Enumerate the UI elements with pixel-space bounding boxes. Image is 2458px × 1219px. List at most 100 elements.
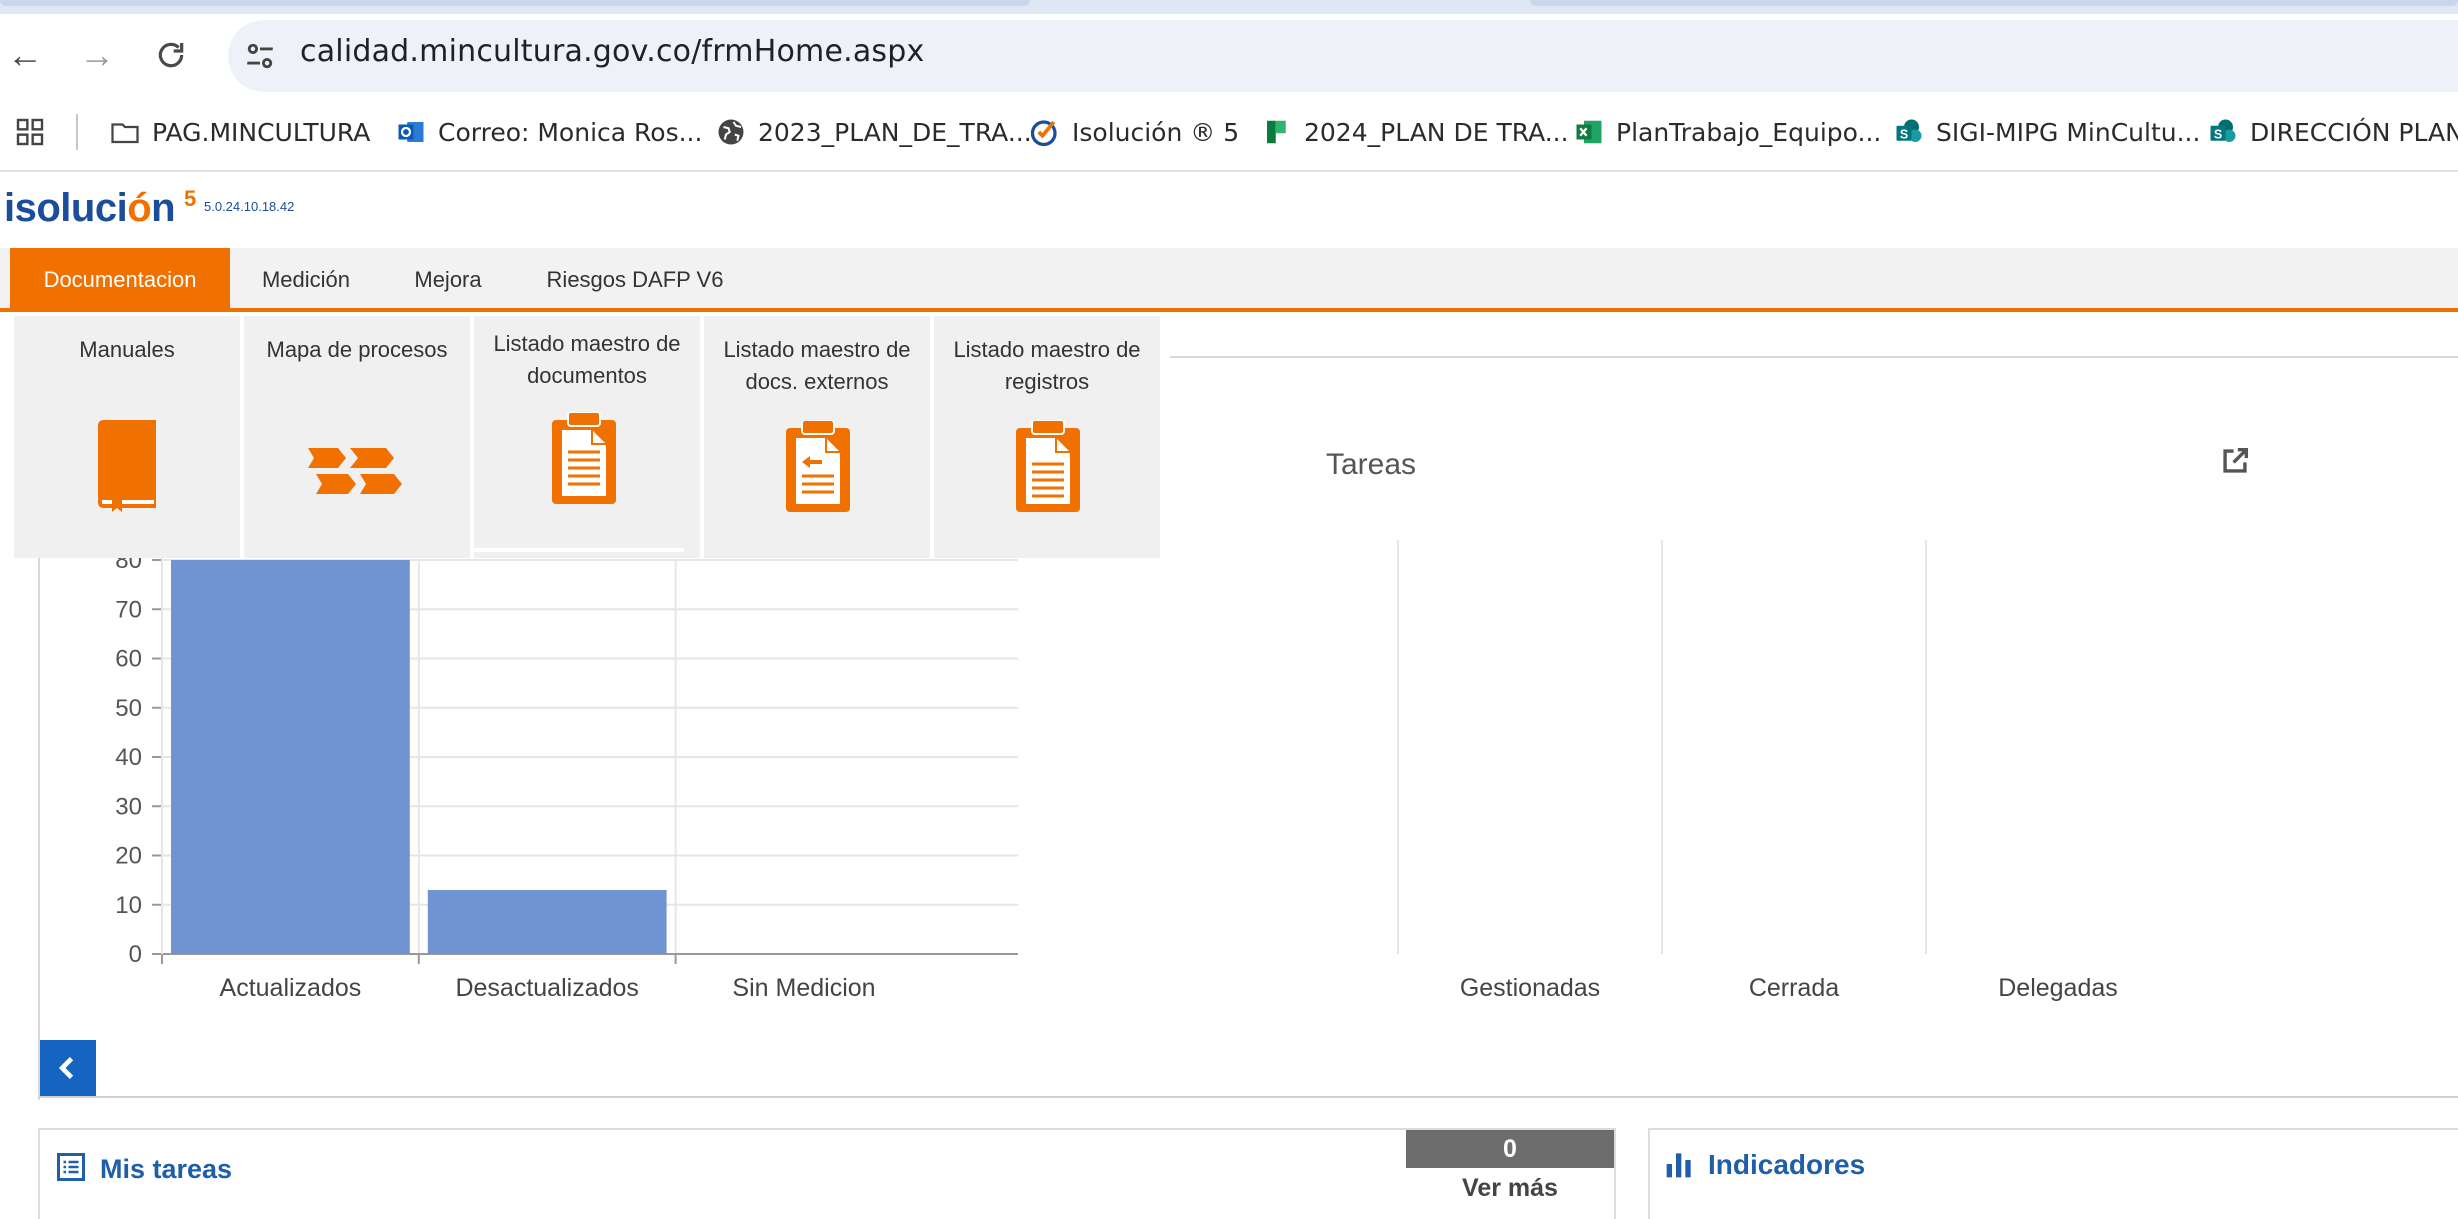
mis-tareas-title: Mis tareas (100, 1154, 233, 1184)
x-tick-label: Gestionadas (1460, 974, 1600, 1002)
logo-text: n (151, 186, 176, 230)
dropdown-item-label: Listado maestro de registros (953, 337, 1141, 394)
clipboard-document-icon (552, 412, 616, 504)
dropdown-item-label: Listado maestro de docs. externos (723, 337, 911, 394)
svg-text:S: S (1900, 127, 1908, 141)
y-tick-label: 40 (115, 744, 142, 771)
menu-riesgos-dafp[interactable]: Riesgos DAFP V6 (530, 248, 740, 312)
back-button[interactable]: ← (0, 30, 50, 80)
dropdown-item-manuales[interactable]: Manuales (14, 316, 240, 558)
menu-label: Riesgos DAFP V6 (546, 267, 724, 292)
tareas-chart: Gestionadas Cerrada Delegadas (1397, 540, 2118, 1002)
site-settings-icon[interactable] (240, 36, 280, 76)
menu-mejora[interactable]: Mejora (398, 248, 498, 312)
bookmark-sigi-mipg[interactable]: S SIGI-MIPG MinCultu... (1894, 112, 2200, 152)
y-tick-label: 60 (115, 646, 142, 673)
dropdown-item-label: Listado maestro de documentos (493, 331, 681, 388)
dropdown-item-mapa-procesos[interactable]: Mapa de procesos (244, 316, 470, 558)
dropdown-item-underline (474, 548, 684, 552)
bookmark-isolucion[interactable]: Isolución ® 5 (1030, 112, 1239, 152)
y-tick-label: 0 (129, 941, 142, 968)
bookmark-pag-mincultura[interactable]: PAG.MINCULTURA (110, 112, 370, 152)
planner-icon (1262, 117, 1292, 147)
y-tick-label: 50 (115, 695, 142, 722)
documentos-chart: 01020304050607080Actualizados Desactualiz… (115, 547, 1018, 1002)
y-tick-label: 30 (115, 793, 142, 820)
bookmark-label: 2023_PLAN_DE_TRA... (758, 117, 1032, 147)
menu-medicion[interactable]: Medición (244, 248, 368, 312)
isolucion-logo[interactable]: isolución (4, 186, 176, 231)
bar (427, 889, 667, 954)
x-tick-label: Desactualizados (455, 974, 638, 1002)
app-version: 5.0.24.10.18.42 (204, 199, 295, 214)
dropdown-item-label: Manuales (79, 337, 175, 362)
isolucion-icon (1030, 117, 1060, 147)
x-tick-label: Sin Medicion (732, 974, 875, 1002)
dropdown-item-listado-externos[interactable]: Listado maestro de docs. externos (704, 316, 930, 558)
clipboard-records-icon (1016, 420, 1080, 512)
y-tick-label: 70 (115, 596, 142, 623)
mis-tareas-panel (38, 1128, 1616, 1219)
svg-text:S: S (2214, 127, 2222, 141)
url-text: calidad.mincultura.gov.co/frmHome.aspx (300, 34, 925, 69)
dropdown-item-listado-documentos[interactable]: Listado maestro de documentos (474, 316, 700, 558)
browser-tab[interactable] (0, 0, 1030, 6)
globe-icon (716, 117, 746, 147)
bookmark-label: DIRECCIÓN PLANE (2250, 117, 2458, 147)
bookmark-label: Correo: Monica Ros... (438, 117, 703, 147)
menu-documentacion[interactable]: Documentacion (10, 248, 230, 312)
reload-icon (158, 42, 184, 68)
menu-label: Medición (261, 267, 351, 292)
apps-grid-icon[interactable] (14, 116, 46, 148)
logo-text: isoluci (4, 186, 128, 230)
chart-panel-bottom-rule (38, 1096, 2458, 1098)
indicadores-title: Indicadores (1708, 1149, 1866, 1180)
bookmark-label: PlanTrabajo_Equipo... (1616, 117, 1882, 147)
bar (170, 560, 410, 954)
bookmark-label: 2024_PLAN DE TRA... (1304, 117, 1569, 147)
menu-label: Mejora (414, 267, 482, 292)
browser-tab[interactable] (1530, 0, 2458, 6)
excel-icon (1574, 117, 1604, 147)
bookmark-plantrabajo[interactable]: PlanTrabajo_Equipo... (1574, 112, 1881, 152)
bookmark-2023-plan[interactable]: 2023_PLAN_DE_TRA... (716, 112, 1032, 152)
tareas-chart-title: Tareas (1326, 448, 1417, 481)
y-tick-label: 20 (115, 843, 142, 870)
logo-text-accent: ó (127, 186, 152, 230)
collapse-panel-button[interactable] (40, 1040, 96, 1096)
outlook-icon (396, 117, 426, 147)
forward-button[interactable]: → (72, 30, 122, 80)
tareas-count-badge: 0 (1406, 1130, 1614, 1168)
chevron-left-icon (58, 1057, 74, 1079)
menu-label: Documentacion (43, 267, 197, 292)
x-tick-label: Actualizados (220, 974, 362, 1002)
sharepoint-icon: S (2208, 117, 2238, 147)
bookmark-correo[interactable]: Correo: Monica Ros... (396, 112, 702, 152)
reload-button[interactable] (146, 30, 196, 80)
dropdown-item-listado-registros[interactable]: Listado maestro de registros (934, 316, 1160, 558)
x-tick-label: Cerrada (1749, 974, 1839, 1002)
x-tick-label: Delegadas (1998, 974, 2118, 1002)
folder-icon (110, 117, 140, 147)
book-icon (98, 420, 156, 512)
dropdown-item-label: Mapa de procesos (266, 337, 448, 362)
bookmark-2024-plan[interactable]: 2024_PLAN DE TRA... (1262, 112, 1569, 152)
bookmark-direccion-plane[interactable]: S DIRECCIÓN PLANE (2208, 112, 2458, 152)
forward-arrow-icon: → (79, 34, 115, 75)
main-menu-bar (0, 248, 2458, 312)
open-external-icon[interactable] (2218, 444, 2254, 480)
bookmark-label: SIGI-MIPG MinCultu... (1936, 117, 2201, 147)
bookmark-label: PAG.MINCULTURA (152, 117, 371, 147)
clipboard-external-icon (786, 420, 850, 512)
bar-chart-icon (1664, 1148, 1696, 1180)
ver-mas-link[interactable]: Ver más (1406, 1168, 1614, 1208)
task-list-icon (56, 1152, 88, 1184)
sharepoint-icon: S (1894, 117, 1924, 147)
back-arrow-icon: ← (7, 34, 43, 75)
bookmarks-divider (76, 114, 78, 150)
process-map-icon (308, 448, 402, 494)
charts-canvas: 01020304050607080Actualizados Desactualiz… (115, 540, 2118, 1002)
bookmark-label: Isolución ® 5 (1072, 117, 1240, 147)
logo-superscript: 5 (184, 186, 197, 211)
y-tick-label: 10 (115, 892, 142, 919)
